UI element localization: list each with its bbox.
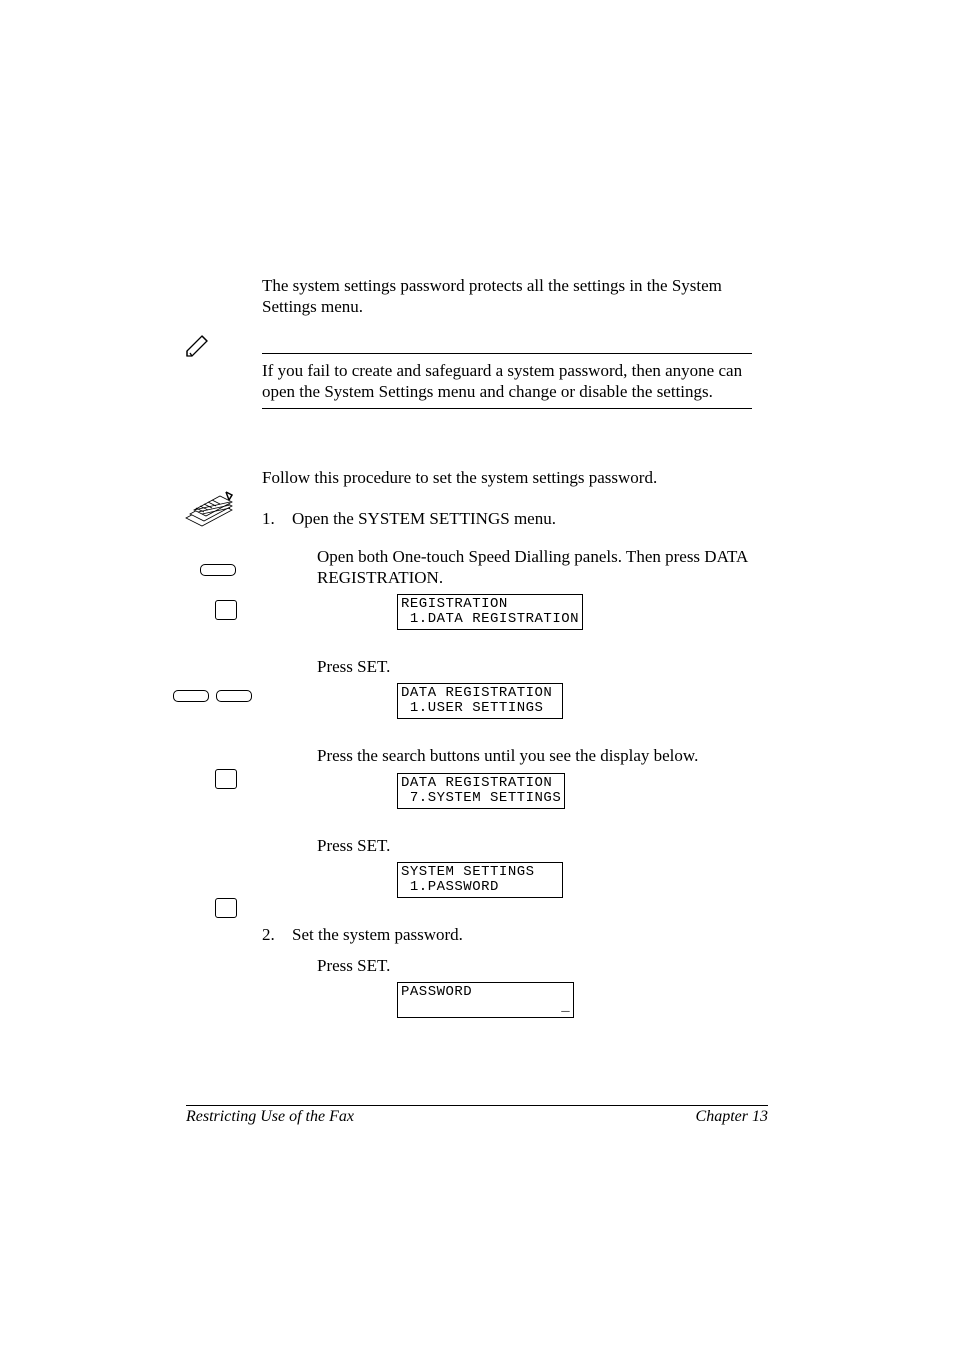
lcd-line: 1.DATA REGISTRATION [401,612,579,627]
button-square-icon [215,769,237,794]
sub-text: Press SET. [317,835,752,856]
step-1-sub1: Open both One-touch Speed Dialling panel… [292,546,752,631]
lcd-line: PASSWORD [401,985,570,1000]
step-number: 2. [262,924,275,945]
lcd-display: DATA REGISTRATION 1.USER SETTINGS [397,683,563,719]
lcd-display: SYSTEM SETTINGS 1.PASSWORD [397,862,563,898]
lcd-line: DATA REGISTRATION [401,686,559,701]
lcd-line: _ [401,1000,570,1015]
sub-text: Open both One-touch Speed Dialling panel… [317,546,752,589]
lcd-line: 7.SYSTEM SETTINGS [401,791,561,806]
lcd-line: SYSTEM SETTINGS [401,865,559,880]
sub-text: Press the search buttons until you see t… [317,745,752,766]
sub-text: Press SET. [317,955,752,976]
step-text: Open the SYSTEM SETTINGS menu. [292,508,752,529]
footer-left: Restricting Use of the Fax [186,1108,354,1126]
step-text: Set the system password. [292,924,752,945]
note-text: If you fail to create and safeguard a sy… [262,360,752,403]
lcd-display: DATA REGISTRATION 7.SYSTEM SETTINGS [397,773,565,809]
divider [262,408,752,409]
lcd-line: REGISTRATION [401,597,579,612]
content-column: The system settings password protects al… [262,275,752,1018]
footer-right: Chapter 13 [696,1108,768,1126]
sub-text: Press SET. [317,656,752,677]
lcd-line: 1.USER SETTINGS [401,701,559,716]
lcd-display: REGISTRATION 1.DATA REGISTRATION [397,594,583,630]
step-1-sub4: Press SET. SYSTEM SETTINGS 1.PASSWORD [292,835,752,898]
button-wide-icon [173,689,209,707]
step-1: 1. Open the SYSTEM SETTINGS menu. [262,508,752,529]
step-1-sub3: Press the search buttons until you see t… [292,745,752,808]
note-block: If you fail to create and safeguard a sy… [262,353,752,410]
footer-rule [186,1105,768,1106]
button-square-icon [215,600,237,625]
divider [262,353,752,354]
button-square-icon [215,898,237,923]
lcd-line: 1.PASSWORD [401,880,559,895]
button-wide-icon [200,563,236,581]
lcd-display: PASSWORD _ [397,982,574,1018]
note-icon [184,331,218,364]
step-2: 2. Set the system password. [262,924,752,945]
page: The system settings password protects al… [0,0,954,1351]
panel-icon [182,488,236,528]
lcd-line: DATA REGISTRATION [401,776,561,791]
step-number: 1. [262,508,275,529]
step-2-sub1: Press SET. PASSWORD _ [292,955,752,1018]
procedure-intro: Follow this procedure to set the system … [262,467,752,488]
step-1-sub2: Press SET. DATA REGISTRATION 1.USER SETT… [292,656,752,719]
button-wide-icon [216,689,252,707]
intro-paragraph: The system settings password protects al… [262,275,752,318]
